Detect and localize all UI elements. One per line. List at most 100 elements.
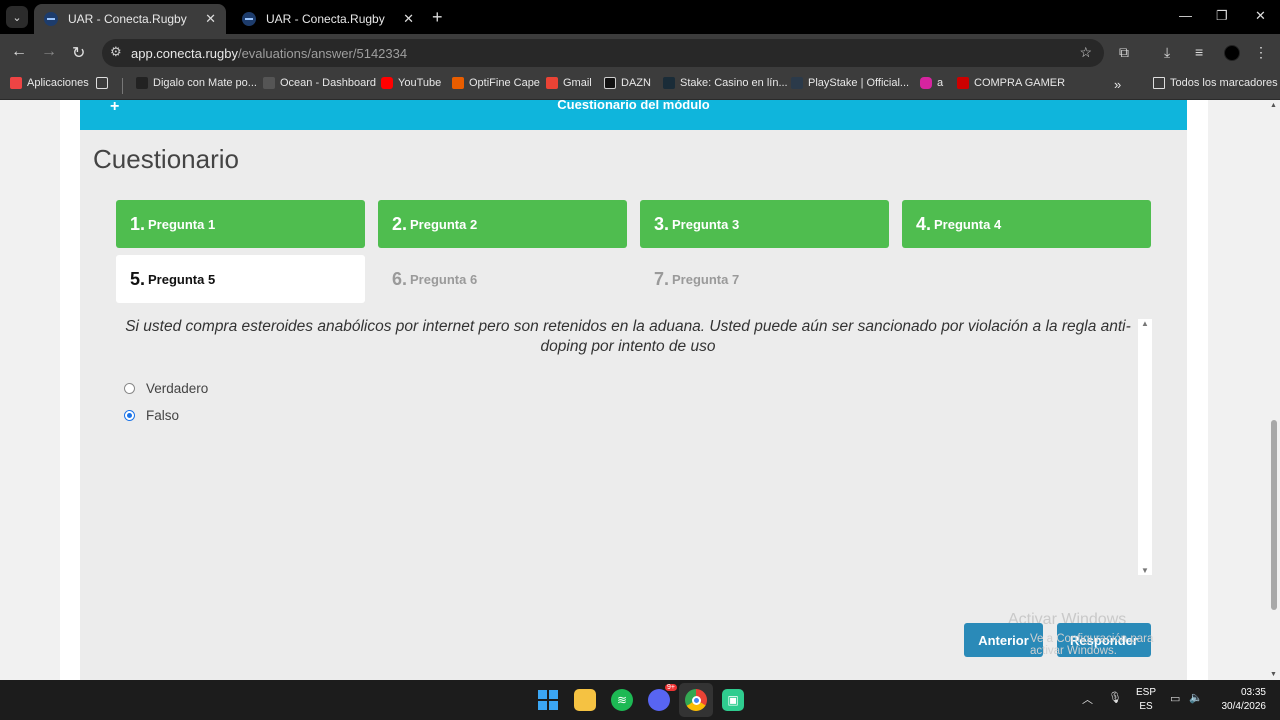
optifine-icon	[452, 77, 464, 89]
conecta-rugby-favicon-icon	[242, 12, 256, 26]
bookmark-compragamer[interactable]: COMPRA GAMER	[957, 77, 1065, 89]
reload-icon[interactable]: ↻	[72, 43, 85, 63]
media-control-icon[interactable]: ≡	[1195, 44, 1203, 60]
bookmark-gmail[interactable]: Gmail	[546, 77, 592, 89]
quiz-panel: Cuestionario 1. Pregunta 1 2. Pregunta 2 3…	[80, 130, 1187, 680]
bookmark-playstake[interactable]: PlayStake | Official...	[791, 77, 909, 89]
more-menu-icon[interactable]: ⋮	[1254, 44, 1268, 61]
close-tab-icon[interactable]: ✕	[403, 11, 414, 27]
conecta-rugby-favicon-icon	[44, 12, 58, 26]
gmail-icon	[546, 77, 558, 89]
url-host: app.conecta.rugby	[131, 46, 238, 61]
option-verdadero[interactable]: Verdadero	[124, 381, 208, 396]
question-tab-6[interactable]: 6. Pregunta 6	[378, 255, 627, 303]
network-icon[interactable]: ▭	[1170, 692, 1180, 705]
file-explorer-icon[interactable]	[574, 689, 596, 711]
profile-avatar[interactable]	[1224, 45, 1240, 61]
activate-windows-subtext: Ve a Configuración para activar Windows.	[1030, 633, 1154, 657]
volume-icon[interactable]: 🔈	[1189, 691, 1203, 704]
microphone-icon[interactable]: 🎙	[1108, 691, 1122, 704]
bookmark-instagram[interactable]: a	[920, 77, 943, 89]
question-label: Pregunta 1	[148, 216, 216, 232]
input-language[interactable]: ESP ES	[1134, 686, 1158, 714]
close-tab-icon[interactable]: ✕	[205, 11, 216, 27]
bookmark-label: a	[937, 77, 944, 89]
discord-notification-badge: 9+	[665, 684, 677, 691]
question-tab-2[interactable]: 2. Pregunta 2	[378, 200, 627, 248]
show-hidden-icons-chevron-icon[interactable]: ︿	[1082, 691, 1093, 707]
bookmark-stake[interactable]: Stake: Casino en lín...	[663, 77, 788, 89]
playstake-icon	[791, 77, 803, 89]
bookmark-icon	[136, 77, 148, 89]
scroll-up-arrow-icon[interactable]: ▲	[1141, 319, 1149, 328]
question-scrollbar[interactable]: ▲ ▼	[1138, 319, 1152, 575]
question-tab-7[interactable]: 7. Pregunta 7	[640, 255, 889, 303]
radio-verdadero[interactable]	[124, 383, 135, 394]
bookmark-digalo[interactable]: Digalo con Mate po...	[136, 77, 257, 89]
scroll-up-arrow-icon[interactable]: ▲	[1270, 102, 1277, 109]
option-falso[interactable]: Falso	[124, 408, 179, 423]
spotify-icon[interactable]: ≋	[611, 689, 633, 711]
chrome-taskbar-button[interactable]	[679, 683, 713, 717]
minimize-window-icon[interactable]: —	[1179, 8, 1192, 23]
youtube-icon	[381, 77, 393, 89]
question-label: Pregunta 3	[672, 216, 740, 232]
bookmark-youtube[interactable]: YouTube	[381, 77, 441, 89]
clock-time: 03:35	[1240, 687, 1266, 698]
scrollbar-thumb[interactable]	[1271, 420, 1277, 610]
question-label: Pregunta 2	[410, 216, 478, 232]
address-bar[interactable]: ⚙ app.conecta.rugby/evaluations/answer/5…	[102, 39, 1104, 67]
android-app-icon[interactable]: ▣	[722, 689, 744, 711]
extensions-icon[interactable]: ⧉	[1119, 44, 1129, 61]
module-header-bar[interactable]: + Cuestionario del módulo	[80, 100, 1187, 130]
chrome-icon	[685, 689, 707, 711]
system-clock[interactable]: 03:35 30/4/2026	[1212, 686, 1267, 714]
module-title: Cuestionario del módulo	[557, 100, 710, 112]
scroll-down-arrow-icon[interactable]: ▼	[1270, 671, 1277, 678]
bookmark-label: Ocean - Dashboard	[280, 77, 376, 89]
page-title: Cuestionario	[93, 144, 239, 174]
new-tab-plus-icon[interactable]: +	[432, 7, 443, 28]
windows-taskbar: ≋ 9+ ▣ ︿ 🎙 ESP ES ▭ 🔈 03:35 30/4/2026	[0, 680, 1280, 720]
discord-icon[interactable]: 9+	[648, 684, 677, 711]
option-label: Verdadero	[146, 381, 209, 396]
scroll-down-arrow-icon[interactable]: ▼	[1141, 566, 1149, 575]
bookmark-optifine[interactable]: OptiFine Cape	[452, 77, 540, 89]
site-info-icon[interactable]: ⚙	[110, 44, 122, 60]
question-number: 6.	[392, 268, 408, 289]
bookmark-label: COMPRA GAMER	[974, 77, 1066, 89]
bookmark-tab-groups[interactable]	[96, 77, 113, 89]
back-arrow-icon[interactable]: ←	[11, 43, 27, 61]
bookmark-label: YouTube	[398, 77, 442, 89]
all-bookmarks[interactable]: Todos los marcadores	[1153, 77, 1278, 89]
question-number: 4.	[916, 213, 932, 234]
forward-arrow-icon[interactable]: →	[41, 43, 57, 61]
bookmark-star-icon[interactable]: ☆	[1079, 44, 1092, 61]
bookmark-aplicaciones[interactable]: Aplicaciones	[10, 77, 89, 89]
bookmark-label: DAZN	[621, 77, 651, 89]
stake-icon	[663, 77, 675, 89]
page-scrollbar[interactable]: ▲ ▼	[1268, 100, 1280, 680]
question-tab-3[interactable]: 3. Pregunta 3	[640, 200, 889, 248]
question-label: Pregunta 7	[672, 271, 740, 287]
compragamer-icon	[957, 77, 969, 89]
downloads-icon[interactable]: ⤓	[1164, 44, 1170, 61]
instagram-icon	[920, 77, 932, 89]
radio-falso[interactable]	[124, 410, 135, 421]
bookmark-label: OptiFine Cape	[469, 77, 540, 89]
option-label: Falso	[146, 408, 180, 423]
question-tab-1[interactable]: 1. Pregunta 1	[116, 200, 365, 248]
restore-window-icon[interactable]: ❐	[1216, 8, 1228, 24]
grid-icon	[96, 77, 108, 89]
windows-start-icon[interactable]	[537, 689, 559, 711]
browser-tab[interactable]: UAR - Conecta.Rugby ✕	[232, 4, 424, 34]
question-tab-4[interactable]: 4. Pregunta 4	[902, 200, 1151, 248]
bookmark-dazn[interactable]: DAZN	[604, 77, 651, 89]
more-bookmarks-chevron-icon[interactable]: »	[1114, 77, 1121, 92]
question-tab-5[interactable]: 5. Pregunta 5	[116, 255, 365, 303]
bookmark-ocean[interactable]: Ocean - Dashboard	[263, 77, 376, 89]
clock-date: 30/4/2026	[1221, 701, 1267, 712]
browser-tab-active[interactable]: UAR - Conecta.Rugby ✕	[34, 4, 226, 34]
close-window-icon[interactable]: ✕	[1255, 8, 1266, 24]
tab-search-chevron-icon[interactable]: ⌄	[6, 6, 28, 28]
